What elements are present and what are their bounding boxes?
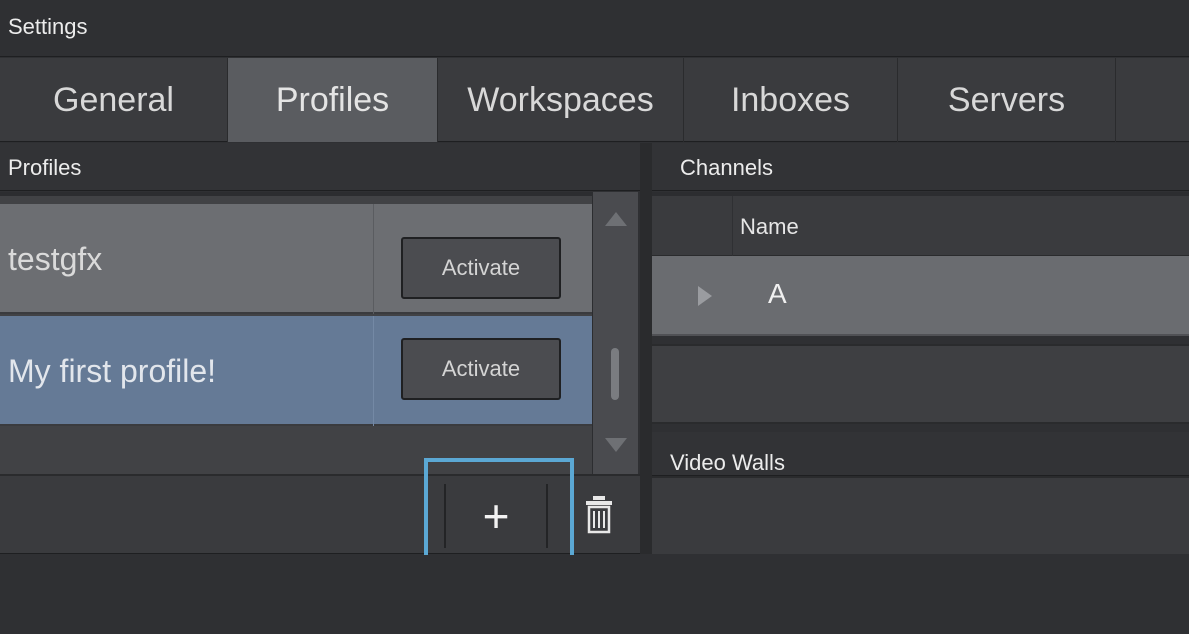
activate-button[interactable]: Activate [401,338,561,400]
column-divider [732,196,733,256]
profile-name: My first profile! [0,316,374,426]
scrollbar-thumb[interactable] [611,348,619,400]
footer-area [0,555,1189,634]
tab-workspaces[interactable]: Workspaces [438,58,684,142]
trash-icon [586,496,612,534]
channels-empty-area [652,344,1189,424]
video-walls-panel-title: Video Walls [670,450,785,475]
channels-panel-title: Channels [680,155,773,180]
tab-servers[interactable]: Servers [898,58,1116,142]
profiles-scrollbar[interactable] [592,192,638,474]
profile-row[interactable]: testgfx Activate [0,204,592,314]
channel-name: A [768,278,787,309]
channel-row[interactable]: A [652,256,1189,336]
tab-general[interactable]: General [0,58,228,142]
scroll-down-arrow-icon[interactable] [605,438,627,452]
delete-profile-button[interactable] [582,494,616,536]
video-walls-list [652,476,1189,554]
channels-panel-header: Channels [652,143,1189,191]
name-column-header[interactable]: Name [740,214,799,240]
channels-column-header: Name [652,192,1189,256]
window-title: Settings [8,14,88,39]
activate-button[interactable]: Activate [401,237,561,299]
panel-splitter[interactable] [640,143,652,554]
profile-name: testgfx [0,204,374,314]
profiles-list: testgfx Activate My first profile! Activ… [0,192,592,474]
settings-tab-bar: General Profiles Workspaces Inboxes Serv… [0,58,1189,142]
video-walls-panel-header: Video Walls [652,432,1189,476]
tab-profiles[interactable]: Profiles [228,58,438,142]
window-title-bar: Settings [0,0,1189,57]
profiles-panel-title: Profiles [8,155,82,180]
profiles-panel-header: Profiles [0,143,640,191]
scroll-up-arrow-icon[interactable] [605,212,627,226]
tab-inboxes[interactable]: Inboxes [684,58,898,142]
expand-arrow-icon[interactable] [698,286,712,306]
profile-row-selected[interactable]: My first profile! Activate [0,316,592,426]
